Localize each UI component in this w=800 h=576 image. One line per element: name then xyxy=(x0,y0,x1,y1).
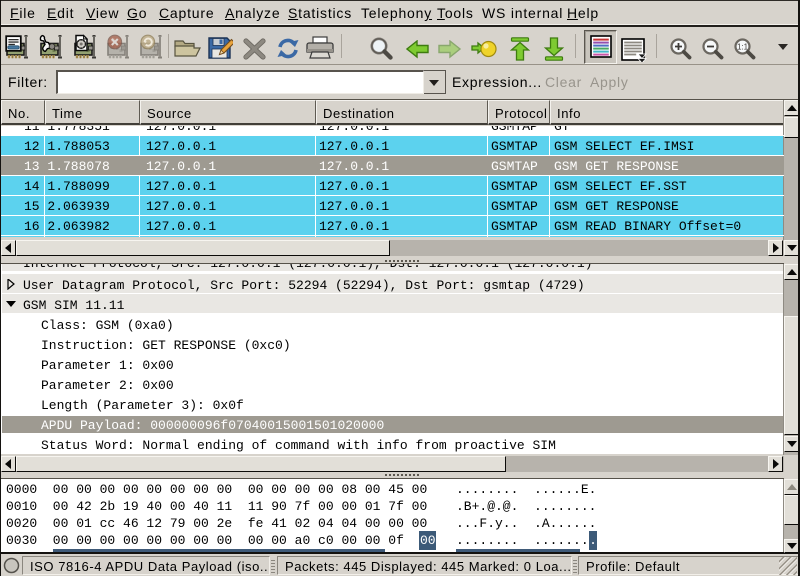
svg-text:1:1: 1:1 xyxy=(737,43,749,52)
